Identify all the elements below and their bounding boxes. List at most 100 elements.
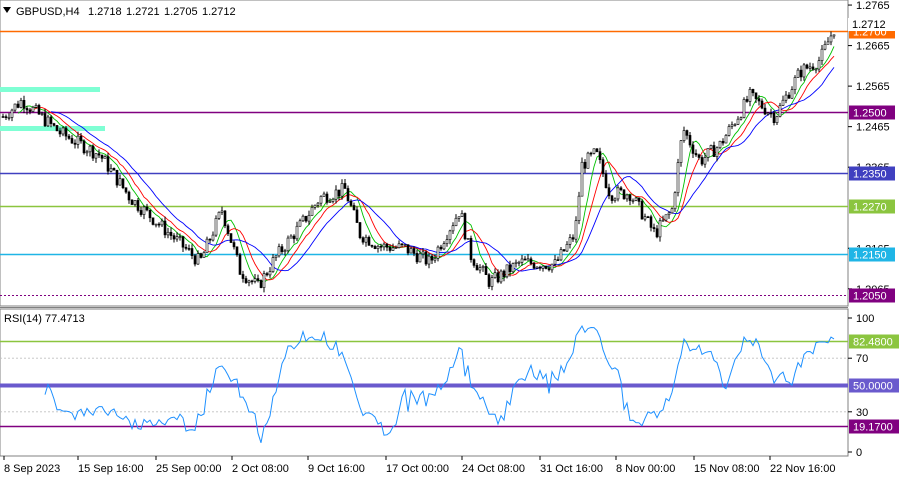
candle-body xyxy=(112,168,116,171)
candle-body xyxy=(460,213,464,217)
candle-body xyxy=(223,210,227,227)
candle-body xyxy=(313,204,317,208)
time-tick-label: 9 Oct 16:00 xyxy=(308,463,365,475)
candle-body xyxy=(472,259,476,266)
candle-body xyxy=(598,151,602,160)
candle-body xyxy=(631,200,635,202)
candle-body xyxy=(1,116,5,118)
candle-body xyxy=(166,231,170,236)
candle-body xyxy=(31,106,35,112)
candle-body xyxy=(331,198,335,202)
candle-body xyxy=(382,243,386,248)
candle-body xyxy=(451,225,455,232)
trading-chart[interactable]: GBPUSD,H4 1.2718 1.2721 1.2705 1.2712 1.… xyxy=(0,0,900,480)
candle-body xyxy=(172,235,176,240)
candle-body xyxy=(298,220,302,227)
candle-body xyxy=(34,105,38,108)
candle-body xyxy=(235,246,239,256)
candle-body xyxy=(88,145,92,153)
candle-body xyxy=(175,236,179,240)
candle-body xyxy=(19,100,23,108)
candle-body xyxy=(283,250,287,253)
symbol-name: GBPUSD,H4 xyxy=(16,6,80,18)
candle-body xyxy=(808,66,812,69)
candle-body xyxy=(232,242,236,248)
candle-body xyxy=(73,142,77,145)
candle-body xyxy=(328,201,332,203)
ohlc-low: 1.2705 xyxy=(164,6,198,18)
price-panel[interactable] xyxy=(0,0,849,307)
candle-body xyxy=(826,41,830,45)
candle-body xyxy=(139,210,143,215)
candle-body xyxy=(745,99,749,102)
candle-body xyxy=(97,153,101,156)
rsi-panel[interactable] xyxy=(0,308,849,457)
time-tick-label: 8 Nov 00:00 xyxy=(616,463,675,475)
candle-body xyxy=(397,243,401,248)
candle-body xyxy=(4,116,8,118)
candle-body xyxy=(763,107,767,115)
candle-body xyxy=(76,135,80,145)
candle-body xyxy=(148,209,152,219)
candle-body xyxy=(475,265,479,271)
candle-body xyxy=(751,89,755,94)
candle-body xyxy=(685,130,689,136)
candle-body xyxy=(436,246,440,259)
candle-body xyxy=(22,100,26,109)
time-tick-label: 17 Oct 00:00 xyxy=(386,463,449,475)
candle-body xyxy=(802,64,806,78)
candle-body xyxy=(430,255,434,261)
candle-body xyxy=(40,113,44,115)
candle-body xyxy=(46,116,50,127)
time-tick-label: 31 Oct 16:00 xyxy=(540,463,603,475)
rsi-title: RSI(14) 77.4713 xyxy=(4,313,85,325)
candle-body xyxy=(634,197,638,201)
candle-body xyxy=(103,156,107,159)
candle-body xyxy=(580,161,584,197)
candle-body xyxy=(304,215,308,222)
candle-body xyxy=(409,248,413,254)
candle-body xyxy=(145,206,149,211)
time-tick-label: 8 Sep 2023 xyxy=(4,463,60,475)
candle-body xyxy=(160,220,164,226)
candle-body xyxy=(793,77,797,90)
candle-body xyxy=(100,154,104,159)
candle-body xyxy=(118,178,122,186)
candle-body xyxy=(229,233,233,243)
candle-body xyxy=(391,247,395,251)
candle-body xyxy=(463,213,467,240)
candle-body xyxy=(577,195,581,221)
candle-body xyxy=(178,236,182,238)
candle-body xyxy=(268,271,272,276)
candle-body xyxy=(55,125,59,132)
candle-body xyxy=(127,191,131,201)
candle-body xyxy=(445,239,449,244)
rsi-axis[interactable]: 100 70 30 0 82.4800 50.0000 19.1700 xyxy=(848,313,899,459)
level-tag-label: 1.2350 xyxy=(853,169,887,181)
candle-body xyxy=(589,152,593,155)
candle-body xyxy=(484,266,488,275)
candle-body xyxy=(667,212,671,216)
candle-body xyxy=(544,265,548,269)
candle-body xyxy=(49,116,53,124)
candle-body xyxy=(511,263,515,273)
candle-body xyxy=(649,216,653,228)
candle-body xyxy=(556,259,560,261)
candle-body xyxy=(109,168,113,172)
candle-body xyxy=(163,220,167,236)
candle-body xyxy=(358,222,362,238)
price-tick-label: 1.2465 xyxy=(856,122,890,134)
candle-body xyxy=(772,112,776,123)
candle-body xyxy=(706,148,710,158)
time-axis[interactable]: 8 Sep 2023 15 Sep 16:00 25 Sep 00:00 2 Oct … xyxy=(3,456,835,475)
time-tick-label: 15 Nov 08:00 xyxy=(694,463,759,475)
candle-body xyxy=(481,266,485,268)
candle-body xyxy=(67,135,71,139)
candle-body xyxy=(184,246,188,249)
candle-body xyxy=(574,220,578,240)
candle-body xyxy=(616,187,620,200)
candle-body xyxy=(523,258,527,261)
candle-body xyxy=(703,157,707,165)
candle-body xyxy=(493,272,497,278)
candle-body xyxy=(730,124,734,127)
